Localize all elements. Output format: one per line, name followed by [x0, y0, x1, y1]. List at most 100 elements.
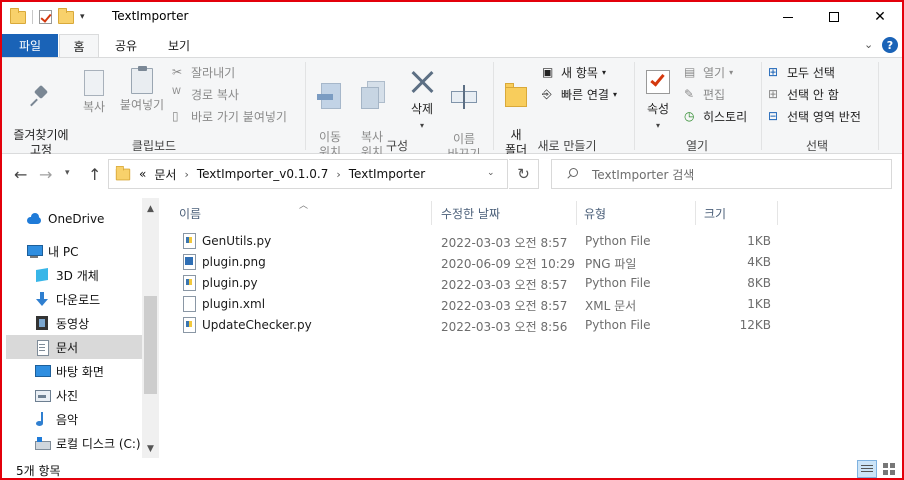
refresh-icon: ↻	[517, 165, 530, 183]
forward-arrow-icon[interactable]: →	[39, 165, 52, 184]
python-file-icon	[183, 233, 196, 249]
properties-button[interactable]: 속성 ▾	[640, 68, 676, 133]
file-row[interactable]: GenUtils.py 2022-03-03 오전 8:57 Python Fi…	[179, 231, 779, 252]
scroll-up-icon[interactable]: ▲	[142, 200, 159, 217]
address-history-icon[interactable]: ⌄	[487, 168, 495, 178]
search-box[interactable]: TextImporter 검색	[551, 159, 892, 189]
back-arrow-icon[interactable]: ←	[14, 165, 27, 184]
file-row[interactable]: UpdateChecker.py 2022-03-03 오전 8:56 Pyth…	[179, 315, 779, 336]
nav-item-pictures[interactable]: 사진	[6, 383, 142, 407]
nav-item-label: 로컬 디스크 (C:)	[56, 436, 141, 451]
edit-label: 편집	[703, 88, 726, 102]
properties-icon[interactable]	[39, 10, 52, 24]
tab-home[interactable]: 홈	[59, 34, 99, 57]
nav-item-3d-objects[interactable]: 3D 개체	[6, 263, 142, 287]
maximize-button[interactable]	[811, 2, 857, 32]
copy-path-button[interactable]: W 경로 복사	[172, 86, 239, 103]
column-header-size[interactable]: 크기	[700, 201, 778, 225]
chevron-down-icon: ▾	[655, 121, 660, 130]
file-name: plugin.py	[202, 275, 258, 290]
breadcrumb-textimporter-version[interactable]: TextImporter_v0.1.0.7	[197, 167, 329, 181]
pictures-icon	[34, 387, 51, 403]
recent-locations-icon[interactable]: ▾	[65, 168, 70, 178]
properties-icon	[646, 68, 670, 96]
file-row[interactable]: plugin.xml 2022-03-03 오전 8:57 XML 문서 1KB	[179, 294, 779, 315]
downloads-icon	[34, 291, 50, 307]
customize-toolbar-icon[interactable]: ▾	[80, 12, 85, 22]
tab-file[interactable]: 파일	[2, 34, 58, 57]
ribbon-tabs: 파일 홈 공유 보기 ⌄ ?	[2, 32, 902, 57]
scroll-thumb[interactable]	[144, 296, 157, 394]
new-item-icon: ▣	[542, 65, 554, 79]
nav-item-local-disk[interactable]: 로컬 디스크 (C:)	[6, 431, 142, 455]
copy-path-label: 경로 복사	[191, 88, 239, 102]
group-divider	[493, 62, 494, 150]
rename-button[interactable]: 이름 바꾸기	[444, 68, 484, 162]
edit-button[interactable]: ✎ 편집	[684, 86, 725, 103]
window-title: TextImporter	[112, 9, 189, 23]
close-button[interactable]: ✕	[857, 2, 902, 32]
paste-button[interactable]: 붙여넣기	[116, 66, 168, 113]
nav-item-music[interactable]: 음악	[6, 407, 142, 431]
details-view-icon[interactable]	[857, 460, 877, 478]
ribbon: 즐겨찾기에 고정 복사 붙여넣기 ✂ 잘라내기 W 경로 복사 ▯ 바로 가기 …	[2, 57, 902, 161]
delete-button[interactable]: 삭제 ▾	[404, 68, 440, 133]
chevron-right-icon[interactable]: ›	[336, 168, 340, 181]
help-icon[interactable]: ?	[882, 37, 898, 53]
group-label-select: 선택	[805, 139, 829, 153]
scroll-down-icon[interactable]: ▼	[142, 440, 159, 457]
tab-view[interactable]: 보기	[157, 34, 201, 57]
invert-selection-button[interactable]: ⊟ 선택 영역 반전	[768, 108, 861, 125]
maximize-icon	[829, 12, 839, 22]
nav-item-onedrive[interactable]: OneDrive	[6, 207, 142, 231]
nav-item-label: 사진	[56, 388, 79, 403]
open-button[interactable]: ▤ 열기 ▾	[684, 64, 733, 81]
nav-item-videos[interactable]: 동영상	[6, 311, 142, 335]
address-bar[interactable]: « 문서 › TextImporter_v0.1.0.7 › TextImpor…	[108, 159, 508, 189]
delete-icon	[409, 68, 435, 96]
nav-item-desktop[interactable]: 바탕 화면	[6, 359, 142, 383]
file-name: UpdateChecker.py	[202, 317, 312, 332]
documents-icon	[34, 339, 50, 356]
expand-ribbon-icon[interactable]: ⌄	[864, 38, 873, 51]
breadcrumb-overflow[interactable]: «	[139, 167, 146, 181]
file-list: ︿ 이름 수정한 날짜 유형 크기 GenUtils.py 2022-03-03…	[159, 198, 902, 458]
nav-item-label: OneDrive	[48, 212, 105, 226]
desktop-icon	[34, 363, 51, 379]
videos-icon	[34, 315, 50, 331]
select-none-icon: ⊞	[768, 87, 779, 101]
nav-item-documents[interactable]: 문서	[6, 335, 142, 359]
new-folder-icon[interactable]	[58, 7, 74, 24]
nav-item-label: 바탕 화면	[56, 364, 104, 379]
search-input[interactable]: TextImporter 검색	[592, 166, 694, 183]
refresh-button[interactable]: ↻	[509, 159, 539, 189]
select-all-icon: ⊞	[768, 65, 779, 79]
new-item-button[interactable]: ▣ 새 항목 ▾	[542, 64, 606, 81]
tab-share[interactable]: 공유	[106, 34, 146, 57]
select-none-button[interactable]: ⊞ 선택 안 함	[768, 86, 839, 103]
chevron-right-icon[interactable]: ›	[184, 168, 188, 181]
large-icons-view-icon[interactable]	[880, 460, 898, 478]
paste-shortcut-button[interactable]: ▯ 바로 가기 붙여넣기	[172, 108, 287, 125]
pin-quick-access-button[interactable]: 즐겨찾기에 고정	[8, 70, 74, 158]
copy-button[interactable]: 복사	[76, 67, 112, 115]
breadcrumb-textimporter[interactable]: TextImporter	[349, 167, 425, 181]
nav-item-this-pc[interactable]: 내 PC	[6, 239, 142, 263]
minimize-button[interactable]	[765, 2, 811, 32]
cut-button[interactable]: ✂ 잘라내기	[172, 64, 235, 81]
column-header-type[interactable]: 유형	[580, 201, 696, 225]
file-row[interactable]: plugin.png 2020-06-09 오전 10:29 PNG 파일 4K…	[179, 252, 779, 273]
breadcrumb-documents[interactable]: 문서	[154, 166, 176, 183]
column-header-name[interactable]: 이름	[175, 201, 432, 225]
up-arrow-icon[interactable]: ↑	[88, 165, 101, 184]
history-button[interactable]: ◷ 히스토리	[684, 108, 747, 125]
nav-scrollbar[interactable]: ▲ ▼	[142, 198, 159, 458]
navigation-bar: ← → ▾ ↑ « 문서 › TextImporter_v0.1.0.7 › T…	[2, 154, 902, 198]
file-row[interactable]: plugin.py 2022-03-03 오전 8:57 Python File…	[179, 273, 779, 294]
move-to-button[interactable]: 이동 위치	[312, 66, 348, 160]
column-header-date[interactable]: 수정한 날짜	[437, 201, 577, 225]
file-type: Python File	[585, 234, 651, 248]
select-all-button[interactable]: ⊞ 모두 선택	[768, 64, 835, 81]
easy-access-button[interactable]: ⎆ 빠른 연결 ▾	[542, 86, 617, 103]
nav-item-downloads[interactable]: 다운로드	[6, 287, 142, 311]
